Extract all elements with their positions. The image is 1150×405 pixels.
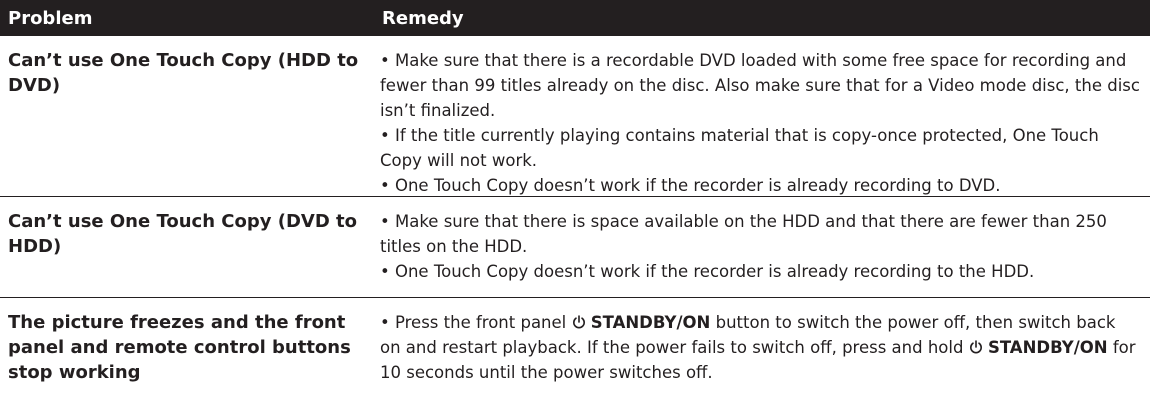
- remedy-item: • One Touch Copy doesn’t work if the rec…: [380, 262, 1035, 281]
- remedy-cell: • Press the front panel STANDBY/ON butto…: [374, 298, 1150, 405]
- table-header: Problem Remedy: [0, 0, 1150, 36]
- table-row: Can’t use One Touch Copy (DVD to HDD) • …: [0, 197, 1150, 298]
- problem-cell: Can’t use One Touch Copy (HDD to DVD): [8, 50, 359, 96]
- header-remedy: Remedy: [382, 7, 464, 29]
- remedy-cell: • Make sure that there is a recordable D…: [374, 36, 1150, 196]
- standby-on-label: STANDBY/ON: [590, 313, 711, 332]
- remedy-item: • One Touch Copy doesn’t work if the rec…: [380, 176, 1001, 195]
- header-problem: Problem: [8, 7, 93, 29]
- remedy-item: • Make sure that there is space availabl…: [380, 212, 1107, 256]
- problem-cell: The picture freezes and the front panel …: [8, 312, 351, 383]
- remedy-cell: • Make sure that there is space availabl…: [374, 197, 1150, 297]
- power-standby-icon: [572, 315, 585, 329]
- remedy-item: • Press the front panel STANDBY/ON butto…: [380, 310, 1140, 385]
- standby-on-label: STANDBY/ON: [987, 338, 1108, 357]
- power-standby-icon: [969, 340, 982, 354]
- table-row: Can’t use One Touch Copy (HDD to DVD) • …: [0, 36, 1150, 197]
- remedy-item: • Make sure that there is a recordable D…: [380, 51, 1140, 120]
- remedy-text: • Press the front panel: [380, 313, 572, 332]
- troubleshooting-table: Problem Remedy Can’t use One Touch Copy …: [0, 0, 1150, 405]
- remedy-item: • If the title currently playing contain…: [380, 126, 1099, 170]
- problem-cell: Can’t use One Touch Copy (DVD to HDD): [8, 211, 358, 257]
- table-row: The picture freezes and the front panel …: [0, 298, 1150, 405]
